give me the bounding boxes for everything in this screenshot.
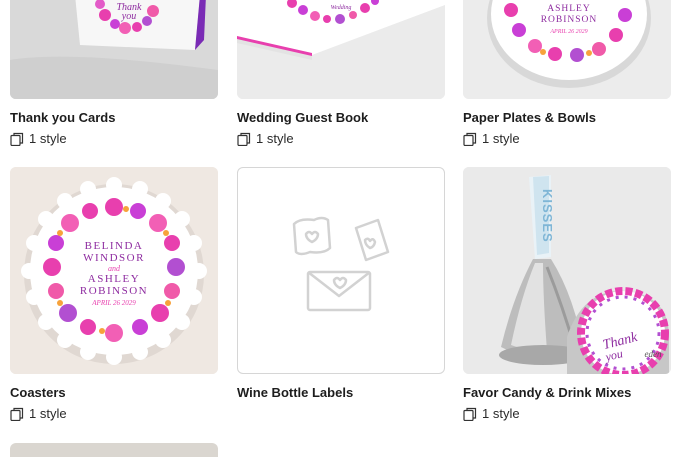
product-card-paper-plates-bowls[interactable]: ASHLEY ROBINSON APRIL 26 2029 Paper Plat… <box>463 0 671 146</box>
style-count: 1 style <box>10 131 67 146</box>
product-title[interactable]: Favor Candy & Drink Mixes <box>463 385 631 400</box>
product-title[interactable]: Thank you Cards <box>10 110 115 125</box>
product-card-coasters[interactable]: BELINDA WINDSOR and ASHLEY ROBINSON APRI… <box>10 167 218 421</box>
product-card-favor-candy-drink-mixes[interactable]: KISSES Thank you eden Favor Candy & Drin… <box>463 167 671 421</box>
card-text: ASHLEY <box>547 4 590 14</box>
product-image-thank-you-cards[interactable]: Thank you <box>10 0 218 99</box>
style-count: 1 style <box>463 406 520 421</box>
style-count-label: 1 style <box>29 131 67 146</box>
product-title[interactable]: Wine Bottle Labels <box>237 385 353 400</box>
card-text: and <box>108 264 121 273</box>
card-text: WINDSOR <box>83 252 145 264</box>
style-count-label: 1 style <box>29 406 67 421</box>
product-image-favor-candy[interactable]: KISSES Thank you eden <box>463 167 671 374</box>
card-text: ROBINSON <box>80 285 148 297</box>
stacked-cards-icon <box>463 132 477 146</box>
product-title[interactable]: Wedding Guest Book <box>237 110 368 125</box>
style-count: 1 style <box>10 406 67 421</box>
card-text: APRIL 26 2029 <box>91 299 136 307</box>
product-title[interactable]: Coasters <box>10 385 66 400</box>
card-text: ASHLEY <box>88 273 140 285</box>
style-count-label: 1 style <box>482 406 520 421</box>
card-text: ROBINSON <box>541 15 598 25</box>
card-text: eden <box>645 349 662 359</box>
product-card-thank-you-cards[interactable]: Thank you Thank you Cards 1 style <box>10 0 218 146</box>
card-text: you <box>121 11 136 22</box>
card-text: BELINDA <box>85 240 144 252</box>
stationery-placeholder-icon <box>292 216 390 312</box>
style-count-label: 1 style <box>256 131 294 146</box>
product-image-next-row[interactable] <box>10 443 218 457</box>
product-card-wedding-guest-book[interactable]: Wedding Wedding Guest Book 1 style <box>237 0 445 146</box>
style-count: 1 style <box>463 131 520 146</box>
card-text: KISSES <box>540 189 555 243</box>
stacked-cards-icon <box>463 407 477 421</box>
product-image-placeholder[interactable] <box>237 167 445 374</box>
style-count: 1 style <box>237 131 294 146</box>
product-title[interactable]: Paper Plates & Bowls <box>463 110 596 125</box>
card-text: Wedding <box>331 5 352 11</box>
stacked-cards-icon <box>10 132 24 146</box>
card-text: APRIL 26 2029 <box>549 29 587 35</box>
stacked-cards-icon <box>10 407 24 421</box>
product-image-wedding-guest-book[interactable]: Wedding <box>237 0 445 99</box>
style-count-label: 1 style <box>482 131 520 146</box>
product-image-coasters[interactable]: BELINDA WINDSOR and ASHLEY ROBINSON APRI… <box>10 167 218 374</box>
product-card-wine-bottle-labels[interactable]: Wine Bottle Labels <box>237 167 445 400</box>
product-image-paper-plates-bowls[interactable]: ASHLEY ROBINSON APRIL 26 2029 <box>463 0 671 99</box>
stacked-cards-icon <box>237 132 251 146</box>
